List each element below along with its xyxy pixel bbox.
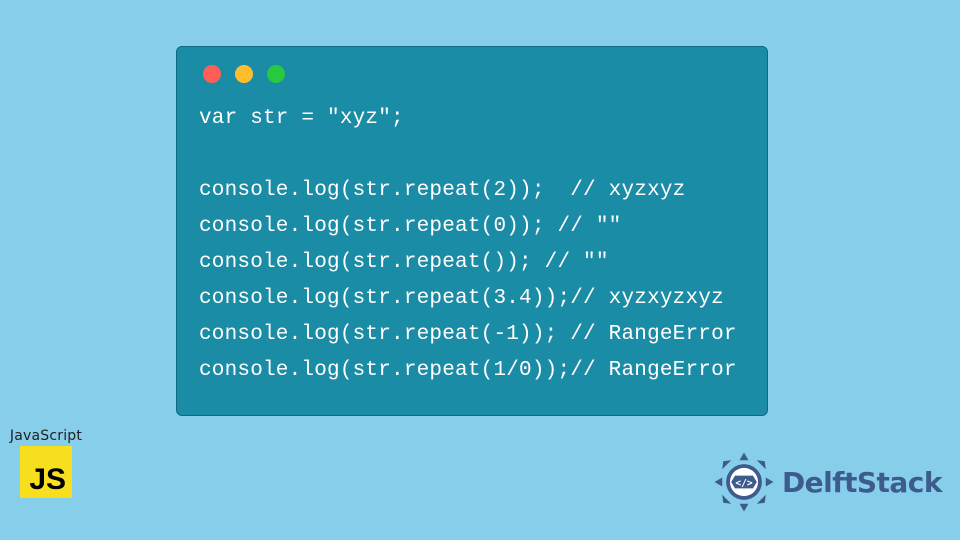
delftstack-brand: </> DelftStack bbox=[712, 450, 942, 514]
maximize-dot bbox=[267, 65, 285, 83]
javascript-logo-icon: J S bbox=[20, 446, 72, 498]
close-dot bbox=[203, 65, 221, 83]
code-window: var str = "xyz"; console.log(str.repeat(… bbox=[176, 46, 768, 416]
window-controls bbox=[203, 65, 745, 83]
javascript-label: JavaScript bbox=[6, 428, 86, 444]
js-logo-letter-j: J bbox=[29, 463, 46, 497]
svg-text:</>: </> bbox=[735, 478, 753, 489]
delftstack-logo-icon: </> bbox=[712, 450, 776, 514]
delftstack-brand-name: DelftStack bbox=[782, 466, 942, 499]
javascript-badge: JavaScript J S bbox=[6, 428, 86, 498]
js-logo-letter-s: S bbox=[46, 463, 66, 497]
minimize-dot bbox=[235, 65, 253, 83]
code-block: var str = "xyz"; console.log(str.repeat(… bbox=[199, 101, 745, 389]
